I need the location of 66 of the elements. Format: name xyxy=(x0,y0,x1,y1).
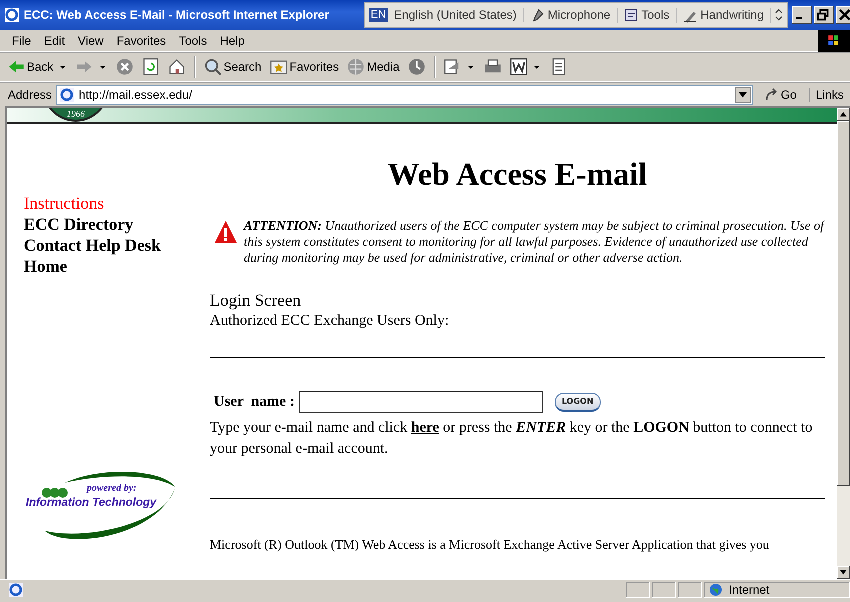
security-zone: Internet xyxy=(704,582,850,598)
restore-icon xyxy=(817,9,829,21)
browser-icon xyxy=(4,7,20,23)
media-button[interactable]: Media xyxy=(344,56,403,78)
status-bar-panel xyxy=(652,582,676,598)
menu-item[interactable]: Help xyxy=(214,32,252,50)
window-title: ECC: Web Access E-Mail - Microsoft Internet Explorer xyxy=(24,8,330,22)
language-bar-item[interactable]: Microphone xyxy=(528,8,618,22)
search-button[interactable]: Search xyxy=(200,56,265,78)
page-icon xyxy=(8,582,24,598)
dropdown-arrow-icon[interactable] xyxy=(466,63,475,71)
attention-notice: ATTENTION: Unauthorized users of the ECC computer system may be subject to criminal prosecution. Use of this system constitutes consent to monitoring for all lawful purposes. Evidence of unauthorized use collected during monitoring may be used for administrative, criminal or other adverse action. xyxy=(244,218,825,266)
scrollbar[interactable] xyxy=(837,108,850,579)
options-icon[interactable] xyxy=(775,8,783,22)
go-arrow-icon xyxy=(764,88,779,102)
refresh-icon xyxy=(142,58,160,76)
star-folder-icon xyxy=(270,58,288,76)
footer-text: Microsoft (R) Outlook (TM) Web Access is a Microsoft Exchange Active Server Application that gives you xyxy=(210,537,770,553)
menu-item[interactable]: Edit xyxy=(38,32,72,50)
login-subtitle: Authorized ECC Exchange Users Only: xyxy=(210,313,450,330)
language-bar-item[interactable]: Tools xyxy=(622,8,677,22)
menu-item[interactable]: View xyxy=(72,32,111,50)
close-icon xyxy=(839,9,850,21)
dropdown-arrow-icon[interactable] xyxy=(98,63,107,71)
login-instructions: Type your e-mail name and click here or press the ENTER key or the LOGON button to connect to your personal e-mail account. xyxy=(210,419,814,459)
address-label: Address xyxy=(8,88,52,102)
menu-item[interactable]: File xyxy=(6,32,38,50)
language-code[interactable]: EN xyxy=(368,8,388,22)
close-button[interactable] xyxy=(836,6,850,24)
nav-link[interactable]: Home xyxy=(24,256,68,277)
stop-icon xyxy=(116,58,134,76)
home-icon xyxy=(168,58,186,76)
status-bar-panel xyxy=(678,582,702,598)
username-field[interactable] xyxy=(298,391,543,413)
login-title: Login Screen xyxy=(210,291,302,311)
language-bar-item[interactable]: Handwriting xyxy=(680,8,771,22)
menu-item[interactable]: Favorites xyxy=(110,32,174,50)
page-heading: Web Access E-mail xyxy=(386,155,648,194)
globe-icon xyxy=(347,58,366,76)
warning-icon xyxy=(214,220,238,244)
dropdown-arrow-icon[interactable] xyxy=(58,63,67,71)
tools-icon xyxy=(624,8,639,22)
globe-icon xyxy=(709,582,723,596)
logon-button[interactable]: LOGON xyxy=(554,392,601,412)
minimize-icon xyxy=(796,17,803,19)
history-icon xyxy=(408,58,426,76)
nav-link[interactable]: Instructions xyxy=(24,193,104,214)
nav-link[interactable]: ECC Directory xyxy=(24,214,134,235)
minimize-button[interactable] xyxy=(792,6,812,24)
dropdown-arrow-icon[interactable] xyxy=(532,63,541,71)
menu-item[interactable]: Tools xyxy=(173,32,214,50)
favorites-button[interactable]: Favorites xyxy=(266,56,342,78)
language-bar-item[interactable]: English (United States) xyxy=(392,8,524,22)
restore-button[interactable] xyxy=(814,6,834,24)
here-link[interactable]: here xyxy=(411,420,440,436)
nav-link[interactable]: Contact Help Desk xyxy=(24,235,161,256)
windows-logo-icon xyxy=(818,30,850,52)
username-label: User name : xyxy=(214,394,295,410)
back-button[interactable]: Back xyxy=(4,56,57,78)
links-button[interactable]: Links xyxy=(808,88,850,102)
document-editor-icon xyxy=(510,58,528,76)
status-bar-panel xyxy=(626,582,650,598)
search-icon xyxy=(204,58,222,76)
page-icon xyxy=(59,86,76,102)
address-field[interactable]: http://mail.essex.edu/ xyxy=(56,84,753,104)
go-button[interactable]: Go xyxy=(756,88,805,102)
